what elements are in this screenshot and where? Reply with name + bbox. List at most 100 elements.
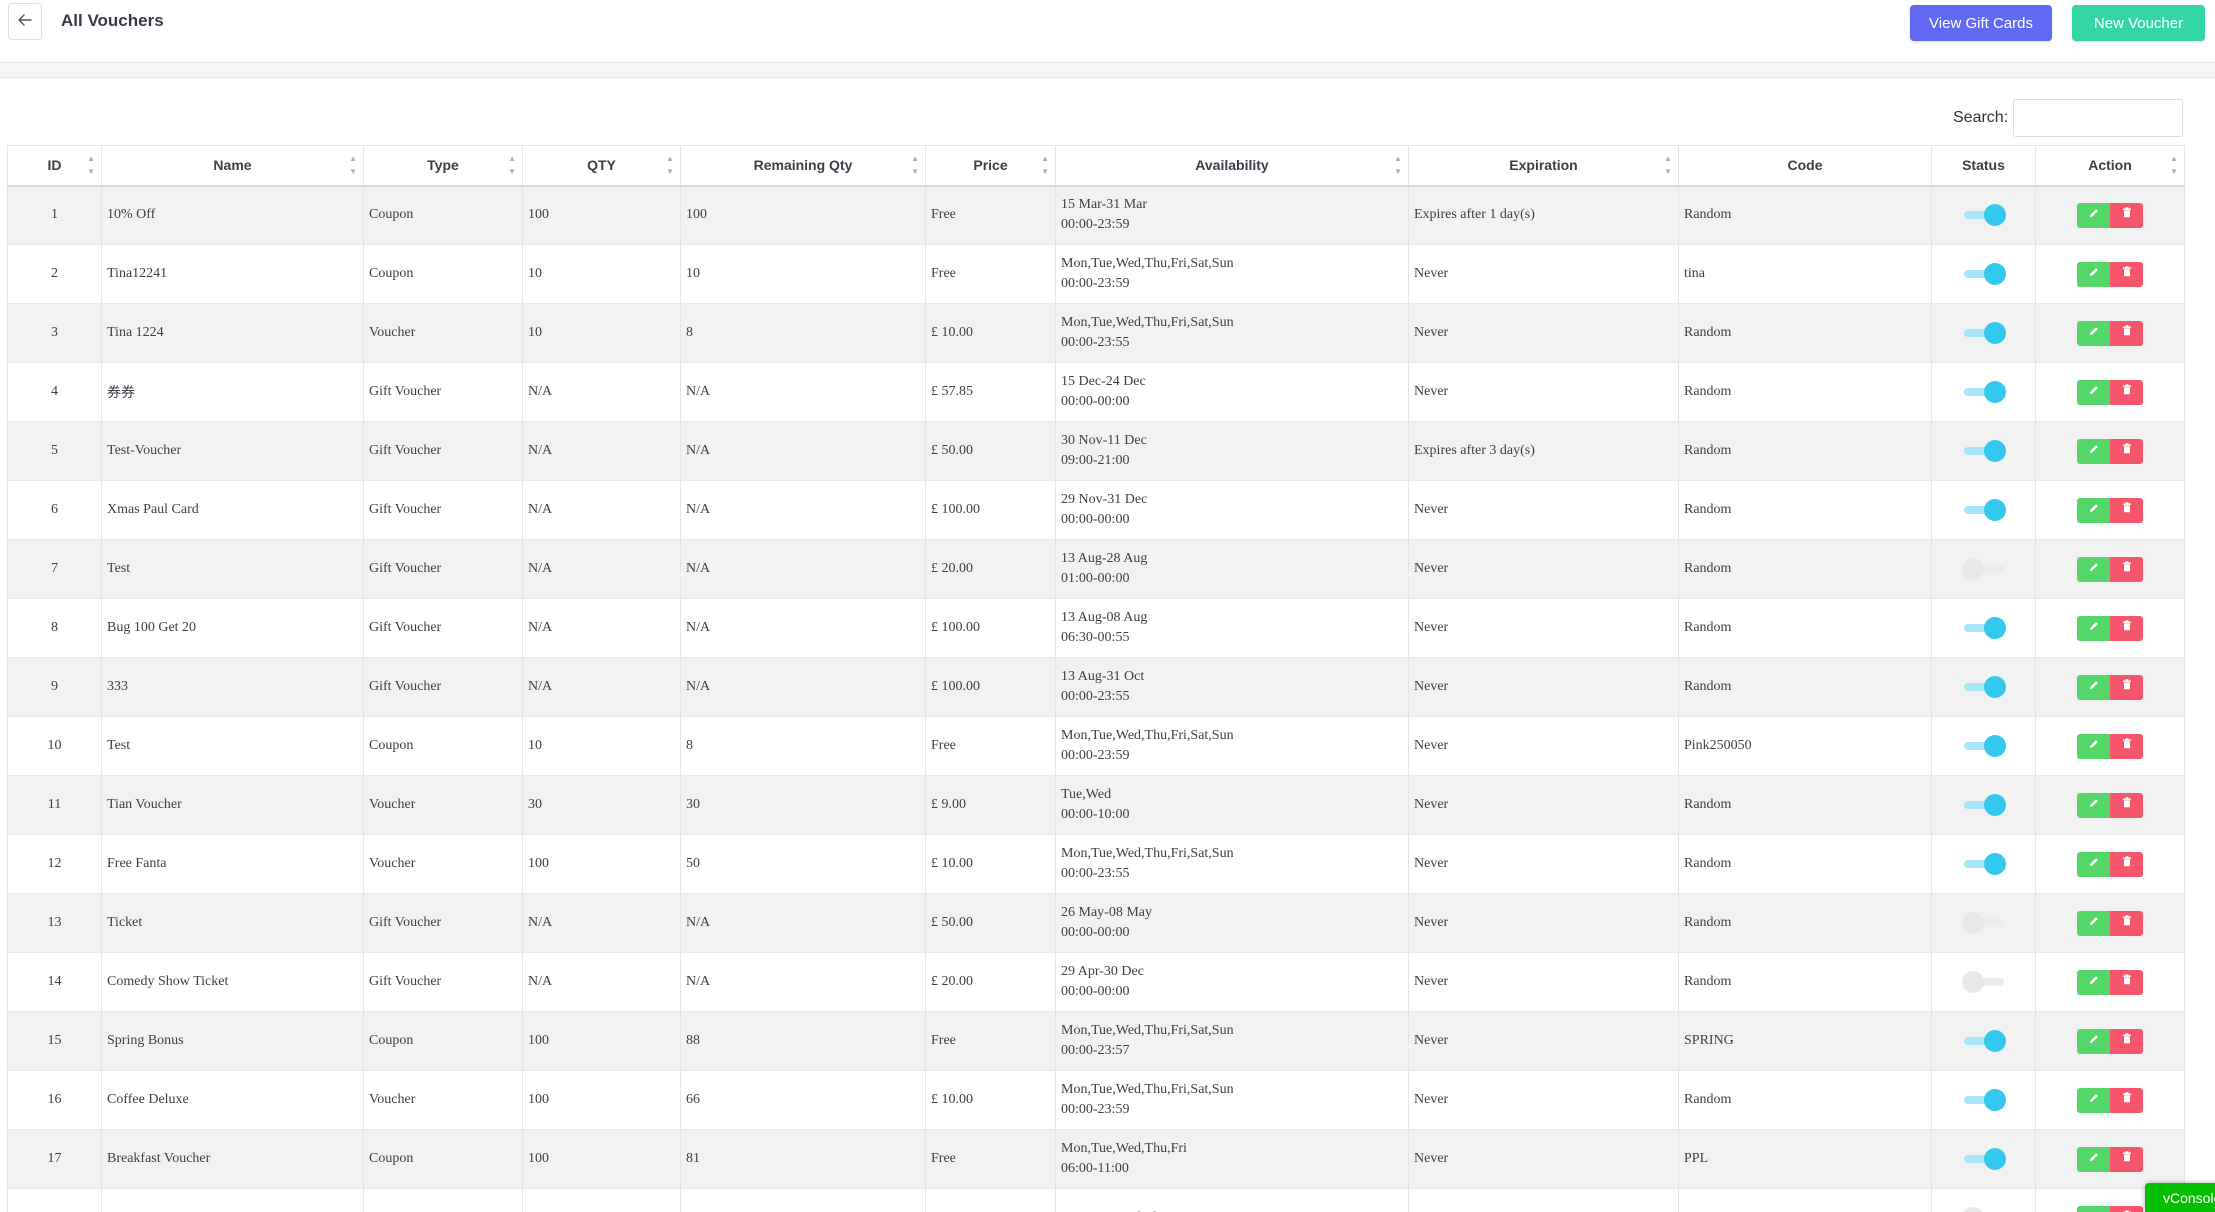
column-header[interactable]: Name ▲ ▼ <box>101 145 364 187</box>
delete-button[interactable] <box>2110 615 2143 641</box>
status-toggle[interactable] <box>1962 497 2006 523</box>
toggle-knob <box>1983 440 2006 462</box>
column-header-label: Action <box>2088 157 2132 174</box>
delete-button[interactable] <box>2110 969 2143 995</box>
edit-button[interactable] <box>2077 733 2110 759</box>
delete-button[interactable] <box>2110 792 2143 818</box>
column-header[interactable]: ID ▲ ▼ <box>7 145 102 187</box>
status-toggle[interactable] <box>1962 202 2006 228</box>
column-header[interactable]: QTY ▲ ▼ <box>522 145 681 187</box>
availability-line: 09:00-21:00 <box>1061 453 1130 468</box>
trash-icon <box>2122 443 2132 459</box>
edit-button[interactable] <box>2077 910 2110 936</box>
cell-name: Xmas Paul Card <box>101 480 364 540</box>
delete-button[interactable] <box>2110 438 2143 464</box>
edit-button[interactable] <box>2077 615 2110 641</box>
status-toggle[interactable] <box>1961 969 2006 995</box>
availability-line: 15 Mar-31 Mar <box>1061 197 1148 213</box>
status-toggle[interactable] <box>1962 615 2006 641</box>
status-toggle[interactable] <box>1962 438 2006 464</box>
delete-button[interactable] <box>2110 379 2143 405</box>
delete-button[interactable] <box>2110 320 2143 346</box>
toggle-knob <box>1983 794 2006 816</box>
cell-price: Free <box>925 1011 1056 1071</box>
column-header[interactable]: Code <box>1678 145 1932 187</box>
edit-button[interactable] <box>2077 202 2110 228</box>
cell-availability: 15 Mar-31 Mar 00:00-23:59 <box>1055 185 1409 245</box>
cell-name: Test-Voucher <box>101 421 364 481</box>
cell-type: Voucher <box>363 775 523 835</box>
status-toggle[interactable] <box>1961 1205 2006 1212</box>
status-toggle[interactable] <box>1962 1028 2006 1054</box>
edit-button[interactable] <box>2077 1205 2110 1212</box>
edit-button[interactable] <box>2077 320 2110 346</box>
cell-availability: 30 Nov-11 Dec 09:00-21:00 <box>1055 421 1409 481</box>
status-toggle[interactable] <box>1961 910 2006 936</box>
delete-button[interactable] <box>2110 674 2143 700</box>
column-header[interactable]: Remaining Qty ▲ ▼ <box>680 145 926 187</box>
edit-button[interactable] <box>2077 556 2110 582</box>
column-header[interactable]: Expiration ▲ ▼ <box>1408 145 1679 187</box>
status-toggle[interactable] <box>1962 1087 2006 1113</box>
cell-code: Random <box>1678 775 1932 835</box>
cell-price: £ 50.00 <box>925 893 1056 953</box>
column-header[interactable]: Action ▲ ▼ <box>2035 145 2185 187</box>
pencil-icon <box>2089 1151 2099 1167</box>
status-toggle[interactable] <box>1962 792 2006 818</box>
status-toggle[interactable] <box>1962 1146 2006 1172</box>
cell-availability: 13 Aug-08 Aug 06:30-00:55 <box>1055 598 1409 658</box>
new-voucher-button[interactable]: New Voucher <box>2072 5 2205 41</box>
edit-button[interactable] <box>2077 379 2110 405</box>
view-gift-cards-button[interactable]: View Gift Cards <box>1910 5 2052 41</box>
delete-button[interactable] <box>2110 261 2143 287</box>
vconsole-button[interactable]: vConsole <box>2145 1183 2215 1212</box>
cell-type: Gift Voucher <box>363 539 523 599</box>
cell-code: Random <box>1678 952 1932 1012</box>
edit-button[interactable] <box>2077 1087 2110 1113</box>
table-row: 14 Comedy Show Ticket Gift Voucher N/A N/A £ … <box>7 952 2185 1012</box>
cell-qty: 100 <box>522 1070 681 1130</box>
cell-code: Random <box>1678 185 1932 245</box>
column-header[interactable]: Price ▲ ▼ <box>925 145 1056 187</box>
back-button[interactable] <box>8 3 42 40</box>
status-toggle[interactable] <box>1962 733 2006 759</box>
edit-button[interactable] <box>2077 497 2110 523</box>
status-toggle[interactable] <box>1962 261 2006 287</box>
edit-button[interactable] <box>2077 792 2110 818</box>
cell-name: 券券 <box>101 362 364 422</box>
delete-button[interactable] <box>2110 1146 2143 1172</box>
cell-name: Test <box>101 539 364 599</box>
status-toggle[interactable] <box>1962 320 2006 346</box>
delete-button[interactable] <box>2110 851 2143 877</box>
status-toggle[interactable] <box>1961 556 2006 582</box>
cell-code: Random <box>1678 362 1932 422</box>
delete-button[interactable] <box>2110 202 2143 228</box>
edit-button[interactable] <box>2077 261 2110 287</box>
column-header[interactable]: Status <box>1931 145 2036 187</box>
cell-remaining: N/A <box>680 421 926 481</box>
delete-button[interactable] <box>2110 733 2143 759</box>
edit-button[interactable] <box>2077 438 2110 464</box>
delete-button[interactable] <box>2110 556 2143 582</box>
edit-button[interactable] <box>2077 851 2110 877</box>
cell-qty: N/A <box>522 362 681 422</box>
edit-button[interactable] <box>2077 969 2110 995</box>
status-toggle[interactable] <box>1962 674 2006 700</box>
delete-button[interactable] <box>2110 910 2143 936</box>
column-header[interactable]: Type ▲ ▼ <box>363 145 523 187</box>
availability-line: Mon,Tue,Wed,Thu,Fri,Sat,Sun <box>1061 728 1234 743</box>
edit-button[interactable] <box>2077 1146 2110 1172</box>
delete-button[interactable] <box>2110 1028 2143 1054</box>
delete-button[interactable] <box>2110 1205 2143 1212</box>
availability-line: 00:00-00:00 <box>1061 984 1130 999</box>
search-input[interactable] <box>2013 99 2183 137</box>
delete-button[interactable] <box>2110 497 2143 523</box>
delete-button[interactable] <box>2110 1087 2143 1113</box>
edit-button[interactable] <box>2077 1028 2110 1054</box>
status-toggle[interactable] <box>1962 851 2006 877</box>
edit-button[interactable] <box>2077 674 2110 700</box>
cell-action <box>2035 952 2185 1012</box>
status-toggle[interactable] <box>1962 379 2006 405</box>
column-header[interactable]: Availability ▲ ▼ <box>1055 145 1409 187</box>
cell-price: Free <box>925 185 1056 245</box>
